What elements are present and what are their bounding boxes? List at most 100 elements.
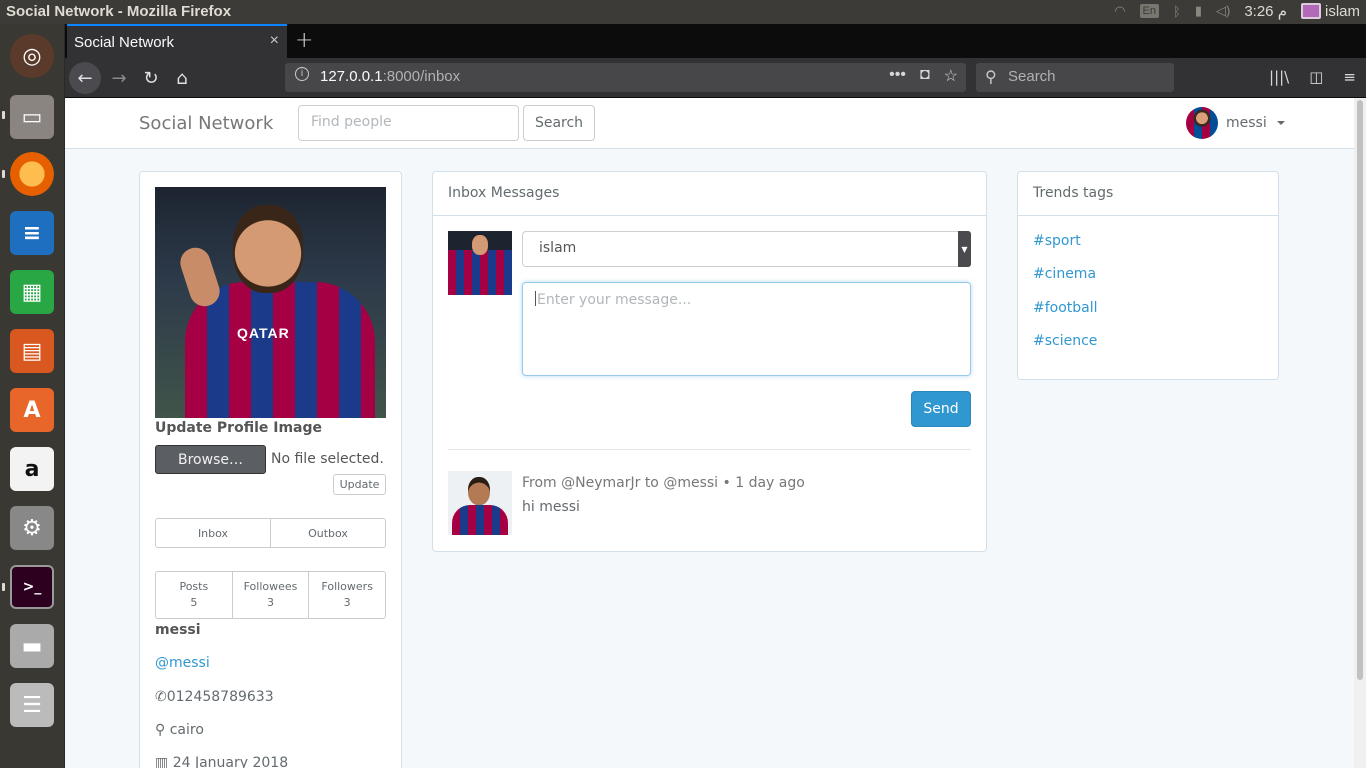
scrollbar-thumb[interactable] [1357, 100, 1363, 680]
new-tab-button[interactable]: + [295, 28, 313, 53]
browser-search-box[interactable]: ⚲ Search [976, 63, 1174, 92]
message-textarea[interactable]: Enter your message... [522, 282, 971, 376]
stat-value: 3 [343, 596, 351, 609]
url-path: :8000/inbox [382, 68, 461, 85]
stat-followees[interactable]: Followees 3 [231, 571, 310, 619]
joined-date: 24 January 2018 [172, 755, 289, 768]
search-icon: ⚲ [985, 69, 997, 86]
stat-posts[interactable]: Posts 5 [155, 571, 233, 619]
arrow-right-icon: → [111, 67, 127, 89]
reload-button[interactable]: ↻ [135, 62, 167, 94]
address-bar[interactable]: i 127.0.0.1:8000/inbox ••• ◘ ☆ [285, 63, 966, 92]
impress-icon[interactable]: ▤ [10, 329, 54, 373]
user-menu[interactable]: messi [1186, 107, 1285, 139]
close-tab-icon[interactable]: × [270, 32, 279, 50]
menu-icon[interactable]: ≡ [1343, 68, 1356, 86]
inbox-button[interactable]: Inbox [155, 518, 271, 548]
trends-panel: Trends tags #sport #cinema #football #sc… [1017, 171, 1279, 380]
tab-title: Social Network [74, 34, 175, 51]
profile-image: QATAR [155, 187, 386, 418]
battery-icon[interactable]: ▮ [1195, 3, 1202, 19]
library-icon[interactable]: |||\ [1269, 68, 1289, 86]
browser-search-placeholder: Search [1008, 68, 1056, 85]
running-indicator [2, 111, 5, 119]
send-button[interactable]: Send [911, 391, 971, 427]
calc-icon[interactable]: ▦ [10, 270, 54, 314]
sidebar-icon[interactable]: ◫ [1309, 68, 1323, 86]
site-info-icon[interactable]: i [295, 67, 309, 81]
web-page: Social Network Find people Search messi … [65, 98, 1354, 768]
window-title: Social Network - Mozilla Firefox [6, 3, 232, 20]
profile-stats: Posts 5 Followees 3 Followers 3 [155, 571, 387, 619]
recipient-select[interactable]: islam ▼ [522, 231, 971, 267]
recipient-value: islam [539, 240, 577, 256]
navigation-toolbar: ← → ↻ ⌂ i 127.0.0.1:8000/inbox ••• ◘ ☆ ⚲… [65, 58, 1366, 98]
system-settings-icon[interactable]: ⚙ [10, 506, 54, 550]
pocket-icon[interactable]: ◘ [920, 66, 930, 86]
running-indicator [2, 583, 5, 591]
home-button[interactable]: ⌂ [166, 62, 198, 94]
stat-followers[interactable]: Followers 3 [308, 571, 387, 619]
launcher: ◎ ▭ ≡ ▦ ▤ A a ⚙ >_ ▬ ☰ [0, 24, 65, 768]
back-button[interactable]: ← [69, 62, 101, 94]
reload-icon: ↻ [143, 67, 159, 89]
amazon-icon[interactable]: a [10, 447, 54, 491]
no-file-text: No file selected. [271, 451, 384, 467]
jersey-sponsor-text: QATAR [237, 325, 290, 341]
tab-bar: Social Network × + [65, 24, 1366, 58]
trend-tag-link[interactable]: #cinema [1033, 266, 1096, 282]
trends-heading: Trends tags [1018, 172, 1278, 216]
workspaces-icon[interactable]: ☰ [10, 683, 54, 727]
trend-tag-link[interactable]: #football [1033, 300, 1098, 316]
mailbox-button-group: Inbox Outbox [155, 518, 386, 548]
url-host: 127.0.0.1 [320, 68, 383, 85]
trend-tag-link[interactable]: #science [1033, 333, 1097, 349]
profile-city: ⚲ cairo [155, 722, 204, 738]
writer-icon[interactable]: ≡ [10, 211, 54, 255]
update-image-button[interactable]: Update [333, 474, 386, 495]
profile-handle-link[interactable]: @messi [155, 655, 210, 671]
files-icon[interactable]: ▭ [10, 95, 54, 139]
message-placeholder: Enter your message... [537, 292, 692, 308]
page-scrollbar[interactable] [1354, 98, 1366, 768]
keyboard-layout-indicator[interactable]: En [1139, 4, 1160, 18]
city-text: cairo [169, 722, 204, 738]
profile-name: messi [155, 622, 201, 638]
forward-button[interactable]: → [103, 62, 135, 94]
profile-panel: QATAR Update Profile Image Browse… No fi… [139, 171, 402, 768]
browse-button[interactable]: Browse… [155, 445, 266, 474]
session-menu[interactable]: islam [1300, 3, 1360, 20]
profile-joined: ▥ 24 January 2018 [155, 755, 288, 768]
outbox-button[interactable]: Outbox [270, 518, 386, 548]
bluetooth-icon[interactable]: ᛒ [1173, 4, 1181, 19]
running-indicator [2, 170, 5, 178]
divider [448, 449, 971, 450]
firefox-icon[interactable] [10, 152, 54, 196]
terminal-icon[interactable]: >_ [10, 565, 54, 609]
site-navbar: Social Network Find people Search messi [65, 98, 1354, 149]
drive-icon[interactable]: ▬ [10, 624, 54, 668]
ubuntu-dash-icon[interactable]: ◎ [10, 34, 54, 78]
find-people-button[interactable]: Search [523, 105, 595, 141]
wifi-icon[interactable]: ◠ [1114, 3, 1125, 19]
user-avatar [1186, 107, 1218, 139]
bookmark-star-icon[interactable]: ☆ [944, 66, 958, 86]
inbox-heading: Inbox Messages [433, 172, 986, 216]
volume-icon[interactable]: ◁) [1216, 3, 1230, 19]
site-brand[interactable]: Social Network [139, 113, 273, 134]
clock[interactable]: 3:26 م [1244, 2, 1287, 20]
profile-phone: ✆012458789633 [155, 689, 274, 705]
trend-tag-link[interactable]: #sport [1033, 233, 1081, 249]
page-actions-icon[interactable]: ••• [889, 66, 906, 86]
message-body: hi messi [522, 499, 580, 515]
find-people-input[interactable]: Find people [298, 105, 519, 141]
stat-label: Followers [321, 580, 373, 593]
software-center-icon[interactable]: A [10, 388, 54, 432]
phone-number: 012458789633 [166, 689, 274, 705]
tab-social-network[interactable]: Social Network × [67, 24, 287, 58]
stat-value: 3 [267, 596, 274, 609]
user-menu-name: messi [1226, 115, 1267, 131]
update-profile-image-label: Update Profile Image [155, 420, 323, 436]
stat-label: Followees [243, 580, 298, 593]
home-icon: ⌂ [176, 67, 188, 89]
